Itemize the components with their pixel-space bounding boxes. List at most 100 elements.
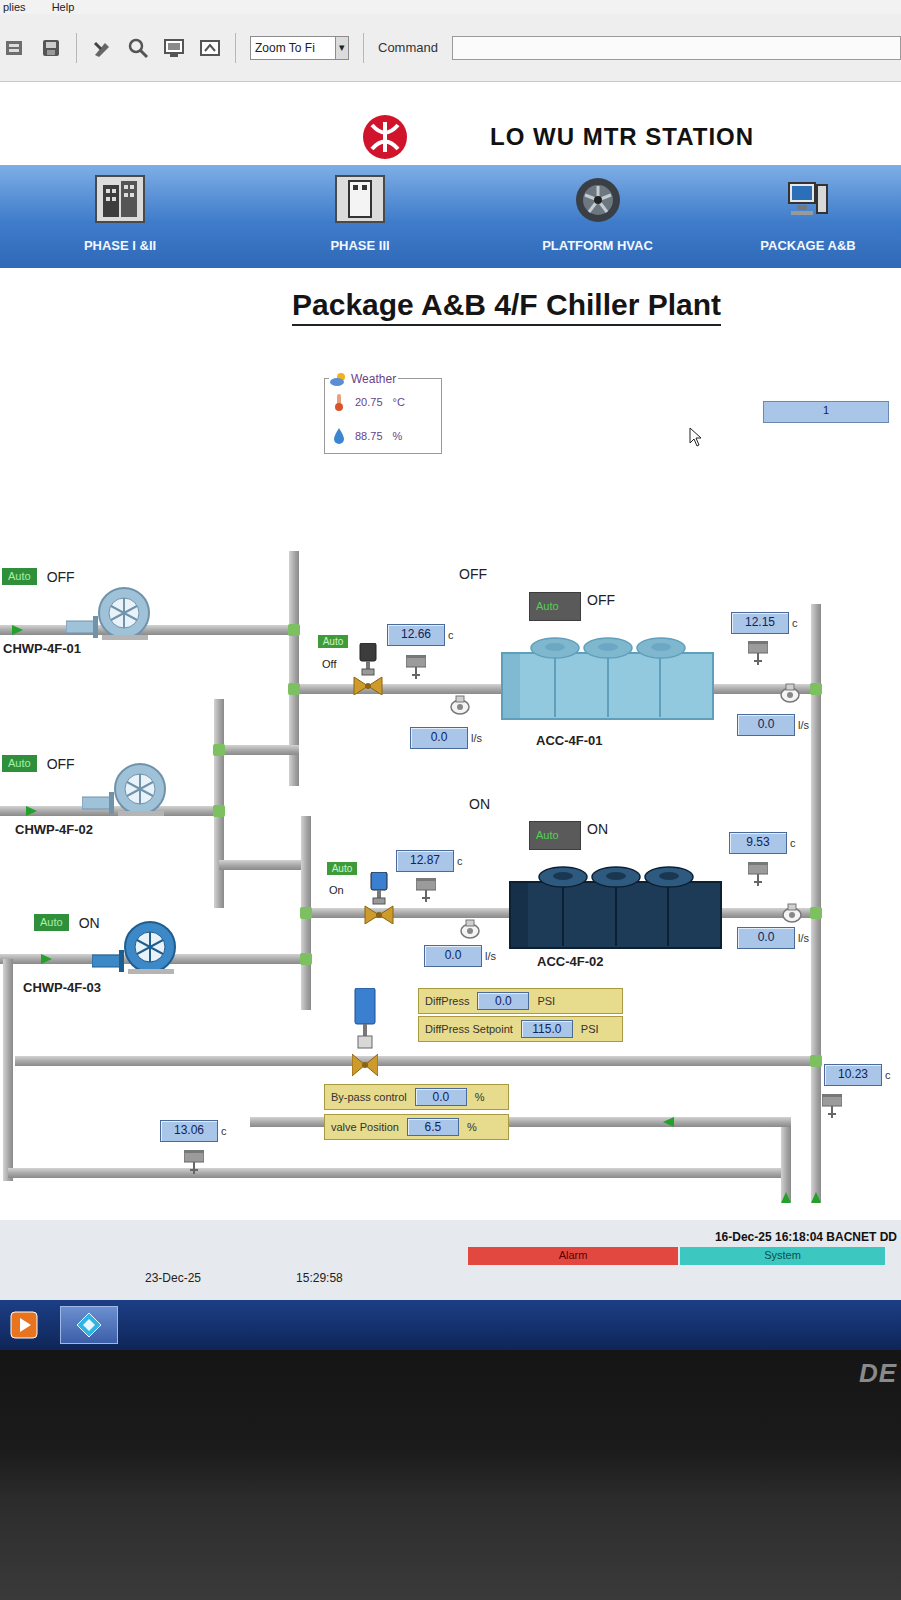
nav-item[interactable]: PHASE III [240, 165, 480, 268]
weather-icon [329, 371, 349, 387]
pump-icon[interactable] [66, 584, 156, 640]
chiller-status: AutoOFF [529, 592, 615, 621]
pipe [214, 699, 224, 908]
bypass-valve-icon[interactable] [352, 988, 378, 1080]
monitor-bezel: DE [0, 1350, 901, 1600]
zoom-value: Zoom To Fi [251, 37, 335, 59]
nav-item[interactable]: PHASE I &II [0, 165, 240, 268]
pump-icon[interactable] [92, 918, 182, 974]
bypass-panel: By-pass control0.0% [324, 1084, 509, 1110]
nav-item[interactable]: PACKAGE A&B [715, 165, 901, 268]
chiller-status: Auto ON [529, 821, 608, 850]
leaving-temp-unit: c [790, 837, 796, 849]
humidity-value: 88.75 [355, 430, 383, 442]
pump-name: CHWP-4F-03 [23, 980, 101, 995]
return-temp: 13.06c [160, 1120, 227, 1142]
mode-badge[interactable]: Auto [2, 568, 37, 585]
list-icon[interactable] [4, 37, 26, 59]
pump-icon[interactable] [82, 760, 172, 816]
chiller-status-text: ON [587, 821, 608, 837]
computer-icon [783, 175, 833, 223]
diff-setpoint-panel: DiffPress Setpoint115.0PSI [418, 1016, 623, 1042]
zoom-dropdown[interactable]: Zoom To Fi▾ [250, 36, 349, 60]
bypass-panel-label: valve Position [331, 1121, 399, 1133]
leaving-temp-value: 12.15 [731, 612, 789, 634]
thermometer-icon [333, 393, 345, 411]
bypass-panel-value: 6.5 [407, 1118, 459, 1136]
pump-status-text: OFF [47, 756, 75, 772]
mode-badge[interactable]: Auto [34, 914, 69, 931]
status-indicator[interactable]: Alarm [468, 1247, 678, 1265]
mode-badge[interactable]: Auto [529, 592, 581, 621]
export-icon[interactable] [199, 37, 221, 59]
pump-status: AutoOFF [2, 568, 75, 585]
flow-meter-icon [781, 902, 803, 924]
humidity-unit: % [393, 430, 403, 442]
page-field[interactable]: 1 [763, 401, 889, 423]
bypass-panel-label: By-pass control [331, 1091, 407, 1103]
search-icon[interactable] [127, 37, 149, 59]
pipe [781, 1122, 791, 1202]
nav-label: PACKAGE A&B [757, 237, 858, 254]
entering-temp-value: 12.87 [396, 850, 454, 872]
flow-arrow-icon [12, 625, 23, 635]
mode-badge[interactable]: Auto [2, 755, 37, 772]
flow-arrow-icon [811, 1192, 821, 1203]
bypass-panel-value: 0.0 [415, 1088, 467, 1106]
diff-setpoint-panel-label: DiffPress Setpoint [425, 1023, 513, 1035]
status-indicator[interactable]: System [680, 1247, 885, 1265]
flow-arrow-icon [26, 806, 37, 816]
pipe [3, 959, 13, 1181]
chiller-icon[interactable] [508, 862, 723, 950]
chiller-icon[interactable] [500, 633, 715, 721]
pump-name: CHWP-4F-01 [3, 641, 81, 656]
pump-status: Auto OFF [2, 755, 75, 772]
nav-item[interactable]: PLATFORM HVAC [480, 165, 715, 268]
footer-time: 15:29:58 [296, 1271, 343, 1285]
indicator-row: AlarmSystem [0, 1247, 901, 1265]
mode-badge[interactable]: Auto [529, 821, 581, 850]
zoom-arrow[interactable]: ▾ [335, 37, 348, 59]
taskbar-app[interactable] [60, 1306, 118, 1344]
temperature-unit: °C [393, 396, 405, 408]
valve-mode-badge[interactable]: Auto [318, 635, 348, 648]
pump-status: AutoON [34, 914, 100, 931]
station-title: LO WU MTR STATION [490, 123, 754, 151]
humidity-row: 88.75% [333, 427, 433, 445]
toolbar: Zoom To Fi▾ Command [0, 14, 901, 82]
status-row: 16-Dec-25 16:18:04 BACNET DD [0, 1230, 901, 1244]
valve-mode-badge[interactable]: Auto [327, 862, 357, 875]
entering-flow-unit: l/s [485, 950, 496, 962]
temperature-row: 20.75°C [333, 393, 433, 411]
status-datetime: 16-Dec-25 16:18:04 BACNET DD [715, 1230, 897, 1244]
command-label: Command [378, 40, 438, 55]
leaving-temp-value: 9.53 [729, 832, 787, 854]
flow-arrow-icon [41, 954, 52, 964]
leaving-flow-unit: l/s [798, 932, 809, 944]
command-field[interactable] [452, 36, 901, 60]
flow-arrow-icon [781, 1192, 791, 1203]
valve-icon[interactable] [363, 872, 395, 924]
entering-temp-value: 12.66 [387, 624, 445, 646]
separator [363, 33, 364, 63]
pipe-joint [810, 1055, 822, 1067]
menu-item[interactable]: plies [3, 1, 26, 13]
menu-item[interactable]: Help [52, 1, 75, 13]
weather-box: Weather20.75°C88.75% [324, 378, 442, 454]
screen-icon[interactable] [163, 37, 185, 59]
pipe-joint [288, 683, 300, 695]
monitor-brand: DE [859, 1358, 897, 1389]
media-player-icon[interactable] [10, 1311, 38, 1339]
flow-meter-icon [779, 682, 801, 704]
save-icon[interactable] [40, 37, 62, 59]
nav-label: PHASE III [327, 237, 392, 254]
app-icon [76, 1312, 102, 1338]
valve-icon[interactable] [352, 643, 384, 695]
temperature-sensor-icon [184, 1150, 204, 1174]
leaving-flow: 0.0l/s [737, 927, 809, 949]
flow-meter-icon [459, 918, 481, 940]
temperature-sensor-icon [748, 862, 768, 886]
tools-icon[interactable] [91, 37, 113, 59]
plant-view: Weather20.75°C88.75%1AutoOFFCHWP-4F-01Au… [0, 268, 901, 1220]
flow-meter-icon [449, 694, 471, 716]
